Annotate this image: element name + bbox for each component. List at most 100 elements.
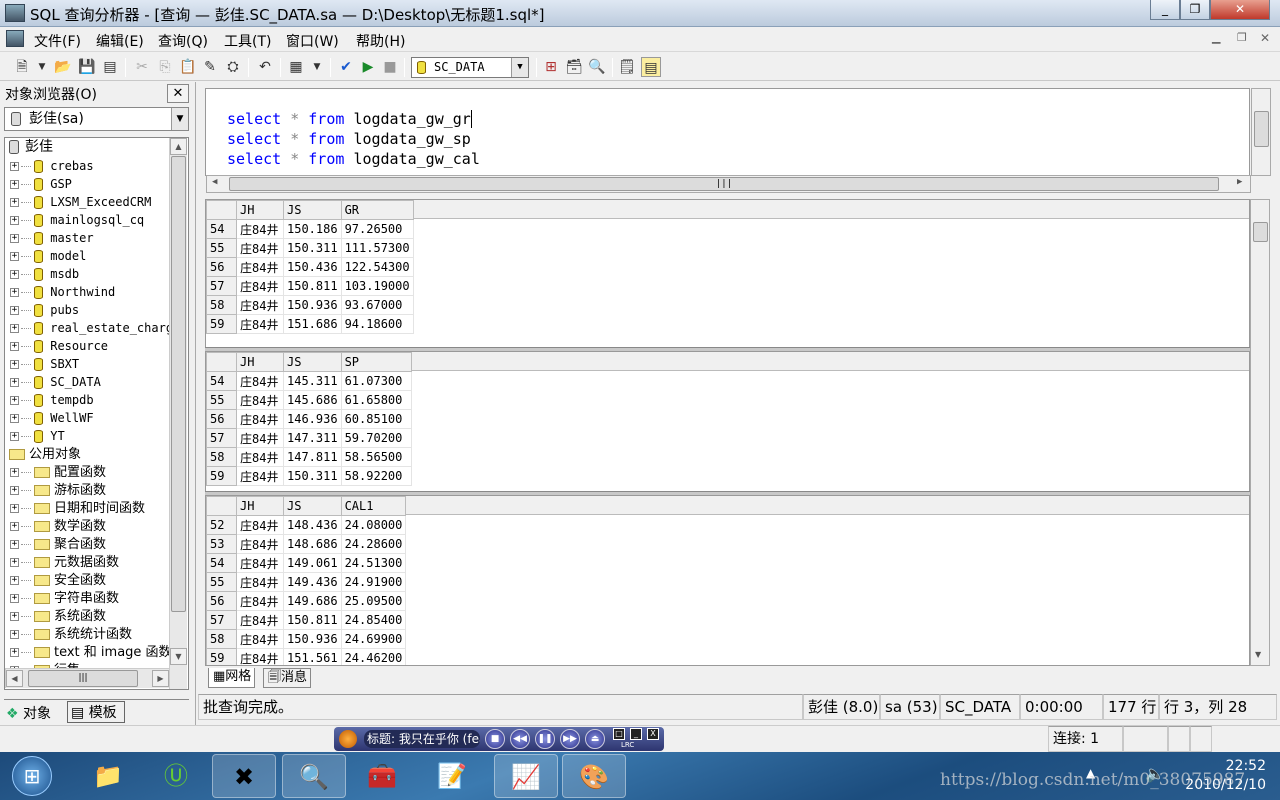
table-row[interactable]: 57 庄84井 150.811 103.19000 <box>206 276 414 296</box>
table-cell[interactable]: 149.436 <box>283 572 342 592</box>
table-cell[interactable]: 122.54300 <box>340 257 414 277</box>
scroll-thumb[interactable] <box>1254 111 1269 147</box>
table-row[interactable]: 59 庄84井 151.686 94.18600 <box>206 314 414 334</box>
tree-item-function-group[interactable]: + 日期和时间函数 <box>5 499 145 517</box>
server-select[interactable]: 彭佳(sa) ▼ <box>4 107 189 131</box>
table-cell[interactable]: 149.061 <box>283 553 342 573</box>
table-cell[interactable]: 150.936 <box>283 629 342 649</box>
properties-icon[interactable]: 🗒 <box>617 57 637 77</box>
start-button[interactable]: ⊞ <box>12 756 52 796</box>
table-cell[interactable]: 150.436 <box>283 257 342 277</box>
taskbar-notepad-icon[interactable]: 📝 <box>420 754 484 798</box>
tree-item-database[interactable]: + GSP <box>5 175 72 193</box>
tree-item-database[interactable]: + model <box>5 247 86 265</box>
expand-icon[interactable]: + <box>10 306 19 315</box>
query-editor[interactable]: select * from logdata_gw_gr select * from… <box>205 88 1271 193</box>
tree-item-database[interactable]: + WellWF <box>5 409 94 427</box>
table-cell[interactable]: 庄84井 <box>236 610 284 630</box>
row-number[interactable]: 54 <box>206 553 237 573</box>
cut-icon[interactable]: ✂ <box>132 57 152 77</box>
table-cell[interactable]: 148.436 <box>283 515 342 535</box>
table-cell[interactable]: 庄84井 <box>236 257 284 277</box>
column-header[interactable]: JS <box>283 352 342 372</box>
table-cell[interactable]: 58.56500 <box>340 447 412 467</box>
table-cell[interactable]: 61.65800 <box>340 390 412 410</box>
table-cell[interactable]: 庄84井 <box>236 629 284 649</box>
table-cell[interactable]: 94.18600 <box>340 314 414 334</box>
tree-item-database[interactable]: + pubs <box>5 301 79 319</box>
row-number[interactable]: 58 <box>206 447 237 467</box>
tree-horizontal-scrollbar[interactable]: ◀ ||| ▶ <box>5 668 169 688</box>
expand-icon[interactable]: + <box>10 504 19 513</box>
table-cell[interactable]: 庄84井 <box>236 409 284 429</box>
results-grid-1[interactable]: JH JS GR 54 庄84井 150.186 97.26500 55 庄84井 150.311… <box>205 199 1250 349</box>
expand-icon[interactable]: + <box>10 270 19 279</box>
table-cell[interactable]: 庄84井 <box>236 466 284 486</box>
tree-item-database[interactable]: + SC_DATA <box>5 373 101 391</box>
tree-item-database[interactable]: + tempdb <box>5 391 94 409</box>
scroll-thumb[interactable] <box>1253 222 1268 242</box>
table-cell[interactable]: 24.85400 <box>340 610 407 630</box>
tree-item-function-group[interactable]: + 系统函数 <box>5 607 106 625</box>
table-cell[interactable]: 150.311 <box>283 466 342 486</box>
tree-item-common-objects[interactable]: 公用对象 <box>5 445 81 463</box>
scroll-down-button[interactable]: ▼ <box>1255 650 1261 659</box>
menu-file[interactable]: 文件(F) <box>34 31 81 51</box>
row-number-header[interactable] <box>206 496 237 516</box>
close-button[interactable]: ✕ <box>1210 0 1270 20</box>
table-cell[interactable]: 93.67000 <box>340 295 414 315</box>
table-cell[interactable]: 24.91900 <box>340 572 407 592</box>
pause-icon[interactable]: ❚❚ <box>535 729 555 749</box>
table-row[interactable]: 54 庄84井 149.061 24.51300 <box>206 553 407 573</box>
row-number[interactable]: 56 <box>206 409 237 429</box>
tree-item-database[interactable]: + real_estate_charg <box>5 319 173 337</box>
results-pane-icon[interactable]: ▤ <box>641 57 661 77</box>
undo-icon[interactable]: ↶ <box>255 57 275 77</box>
expand-icon[interactable]: + <box>10 522 19 531</box>
close-panel-button[interactable]: ✕ <box>167 84 189 103</box>
object-tree[interactable]: 彭佳 + crebas + GSP + LXSM_ExceedCRM + mainlo… <box>4 137 189 690</box>
results-grid-3[interactable]: JH JS CAL1 52 庄84井 148.436 24.08000 53 庄84井 148.6… <box>205 495 1250 666</box>
eject-icon[interactable]: ⏏ <box>585 729 605 749</box>
expand-icon[interactable]: + <box>10 486 19 495</box>
table-cell[interactable]: 148.686 <box>283 534 342 554</box>
expand-icon[interactable]: + <box>10 432 19 441</box>
minimize-button[interactable]: _ <box>1150 0 1180 20</box>
dropdown-icon[interactable]: ▼ <box>307 57 327 77</box>
table-row[interactable]: 55 庄84井 150.311 111.57300 <box>206 238 414 258</box>
mdi-restore-button[interactable]: ❐ <box>1237 31 1247 44</box>
table-row[interactable]: 59 庄84井 151.561 24.46200 <box>206 648 407 665</box>
tree-item-database[interactable]: + master <box>5 229 94 247</box>
stop-icon[interactable]: ■ <box>380 57 400 77</box>
table-cell[interactable]: 庄84井 <box>236 572 284 592</box>
table-row[interactable]: 56 庄84井 149.686 25.09500 <box>206 591 407 611</box>
tree-item-server[interactable]: 彭佳 <box>5 138 53 156</box>
expand-icon[interactable]: + <box>10 360 19 369</box>
load-script-icon[interactable]: ▤ <box>100 57 120 77</box>
table-cell[interactable]: 60.85100 <box>340 409 412 429</box>
menu-query[interactable]: 查询(Q) <box>158 31 208 51</box>
tree-item-database[interactable]: + LXSM_ExceedCRM <box>5 193 151 211</box>
parse-check-icon[interactable]: ✔ <box>336 57 356 77</box>
scroll-right-button[interactable]: ▶ <box>152 670 169 687</box>
editor-vertical-scrollbar[interactable] <box>1251 88 1271 176</box>
table-cell[interactable]: 59.70200 <box>340 428 412 448</box>
tab-templates[interactable]: ▤ 模板 <box>67 701 125 723</box>
column-header[interactable]: GR <box>340 200 414 220</box>
taskbar-matlab-icon[interactable]: 📈 <box>494 754 558 798</box>
row-number[interactable]: 54 <box>206 371 237 391</box>
results-vertical-scrollbar[interactable]: ▼ <box>1250 199 1270 666</box>
taskbar-utorrent-icon[interactable]: Ⓤ <box>144 754 208 798</box>
table-cell[interactable]: 24.51300 <box>340 553 407 573</box>
menu-tools[interactable]: 工具(T) <box>224 31 271 51</box>
tree-item-database[interactable]: + mainlogsql_cq <box>5 211 144 229</box>
scroll-down-button[interactable]: ▼ <box>170 648 187 665</box>
table-cell[interactable]: 147.811 <box>283 447 342 467</box>
mdi-minimize-button[interactable]: ▁ <box>1212 31 1220 44</box>
copy-icon[interactable]: ⎘ <box>155 57 175 77</box>
row-number[interactable]: 59 <box>206 314 237 334</box>
expand-icon[interactable]: + <box>10 180 19 189</box>
table-row[interactable]: 58 庄84井 150.936 24.69900 <box>206 629 407 649</box>
table-cell[interactable]: 庄84井 <box>236 534 284 554</box>
chevron-down-icon[interactable]: ▼ <box>511 58 528 77</box>
